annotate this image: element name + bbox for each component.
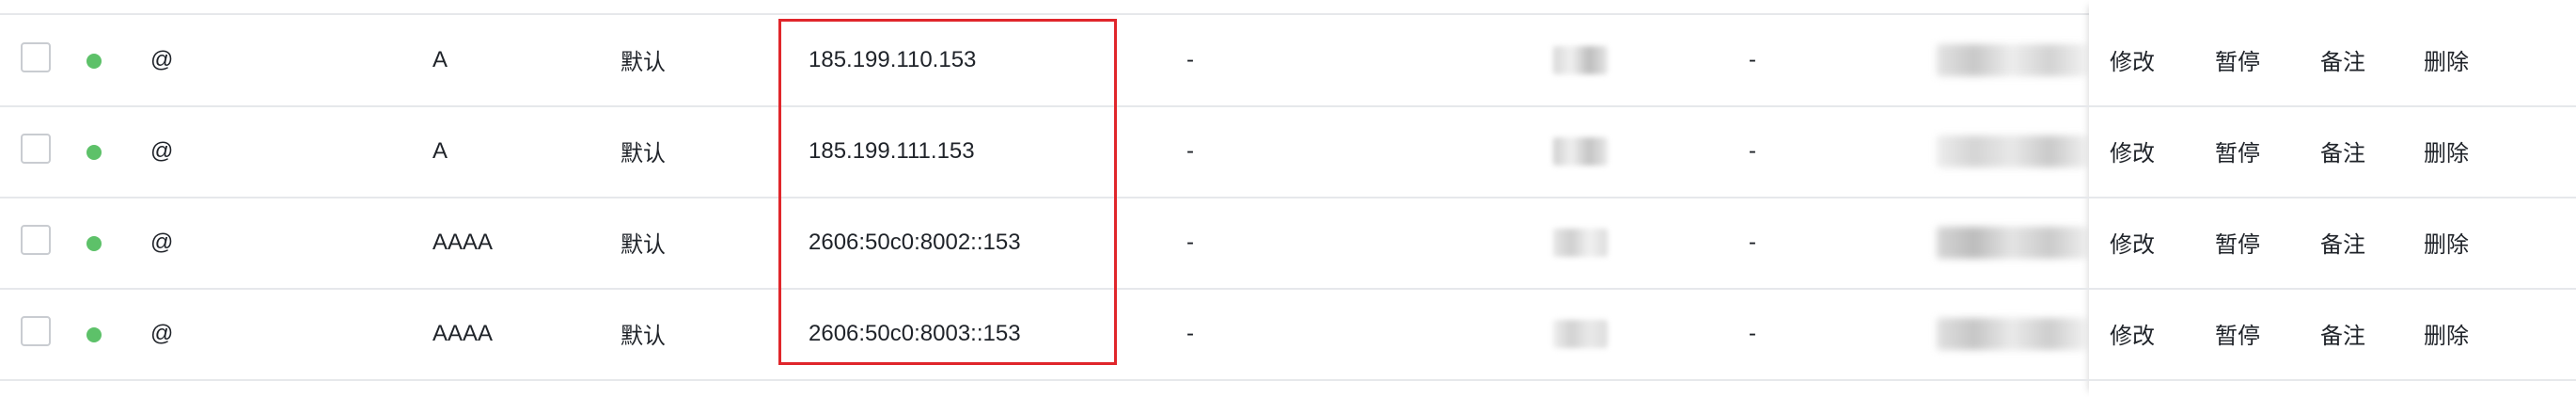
actions-row: 修改 暂停 备注 删除 (0, 197, 2576, 290)
pause-link[interactable]: 暂停 (2215, 105, 2260, 197)
note-link[interactable]: 备注 (2320, 105, 2365, 197)
dns-record-table: @ A 默认 185.199.110.153 - - @ A 默认 185.19… (0, 0, 2576, 397)
delete-link[interactable]: 删除 (2424, 105, 2469, 197)
note-link[interactable]: 备注 (2320, 197, 2365, 288)
actions-row: 修改 暂停 备注 删除 (0, 105, 2576, 198)
pause-link[interactable]: 暂停 (2215, 288, 2260, 379)
edit-link[interactable]: 修改 (2110, 105, 2155, 197)
note-link[interactable]: 备注 (2320, 288, 2365, 379)
actions-column: 修改 暂停 备注 删除 修改 暂停 备注 删除 修改 暂停 备注 删除 修改 暂… (0, 0, 2576, 397)
note-link[interactable]: 备注 (2320, 14, 2365, 105)
pause-link[interactable]: 暂停 (2215, 197, 2260, 288)
edit-link[interactable]: 修改 (2110, 197, 2155, 288)
pause-link[interactable]: 暂停 (2215, 14, 2260, 105)
value-highlight-box (778, 19, 1117, 365)
actions-row: 修改 暂停 备注 删除 (0, 288, 2576, 381)
edit-link[interactable]: 修改 (2110, 14, 2155, 105)
delete-link[interactable]: 删除 (2424, 288, 2469, 379)
delete-link[interactable]: 删除 (2424, 14, 2469, 105)
actions-row: 修改 暂停 备注 删除 (0, 14, 2576, 107)
edit-link[interactable]: 修改 (2110, 288, 2155, 379)
delete-link[interactable]: 删除 (2424, 197, 2469, 288)
